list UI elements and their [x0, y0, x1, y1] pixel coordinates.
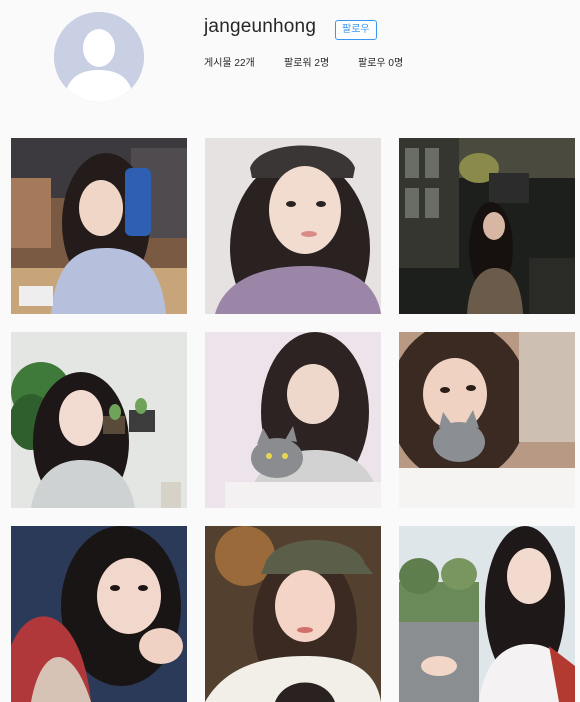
- photo-chin-rest-image: [11, 526, 187, 702]
- photo-cafe-image: [11, 138, 187, 314]
- photo-cat-image: [205, 332, 381, 508]
- post-thumbnail[interactable]: [205, 138, 381, 314]
- following-count[interactable]: 팔로우 0명: [358, 54, 403, 69]
- username: jangeunhong: [204, 16, 317, 37]
- post-thumbnail[interactable]: [11, 526, 187, 702]
- followers-count[interactable]: 팔로워 2명: [284, 54, 358, 69]
- photo-beanie-image: [205, 138, 381, 314]
- photo-plants-image: [11, 332, 187, 508]
- photo-cat-selfie-image: [399, 332, 575, 508]
- profile-stats: 게시물 22개 팔로워 2명 팔로우 0명: [204, 54, 403, 69]
- photo-street-image: [399, 526, 575, 702]
- post-thumbnail[interactable]: [399, 332, 575, 508]
- post-thumbnail[interactable]: [11, 138, 187, 314]
- posts-count[interactable]: 게시물 22개: [204, 54, 284, 69]
- post-thumbnail[interactable]: [205, 332, 381, 508]
- avatar: [54, 12, 144, 102]
- post-grid: [11, 138, 575, 702]
- post-thumbnail[interactable]: [399, 526, 575, 702]
- post-thumbnail[interactable]: [11, 332, 187, 508]
- photo-cap-image: [205, 526, 381, 702]
- follow-button[interactable]: 팔로우: [335, 20, 377, 40]
- post-thumbnail[interactable]: [399, 138, 575, 314]
- default-avatar-icon: [54, 12, 144, 102]
- post-thumbnail[interactable]: [205, 526, 381, 702]
- photo-night-image: [399, 138, 575, 314]
